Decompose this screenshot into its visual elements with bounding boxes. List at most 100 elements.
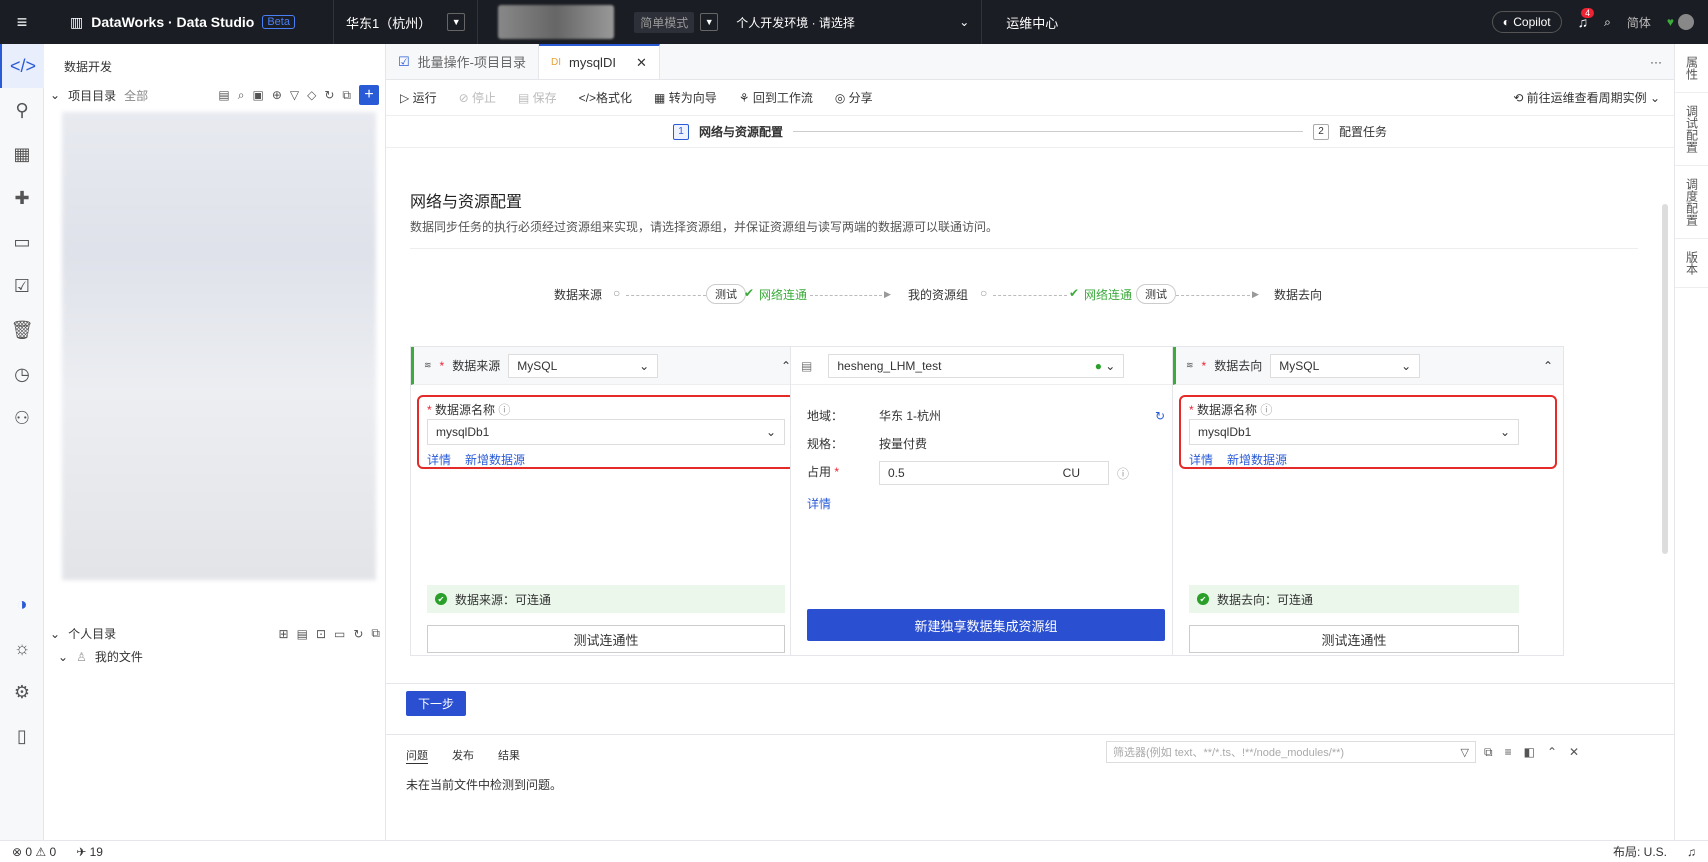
share-button[interactable]: ◎ 分享 [835, 89, 873, 106]
back-workflow-button[interactable]: ⚘ 回到工作流 [739, 89, 813, 106]
refresh-icon[interactable]: ↻ [353, 627, 363, 641]
tag-icon[interactable]: ◇ [307, 88, 316, 102]
mode-chevron-icon[interactable]: ▼ [700, 13, 719, 31]
code-icon[interactable]: </> [0, 44, 44, 88]
language-switch[interactable]: 简体 [1627, 14, 1651, 31]
panel-toggle-icon[interactable]: ▯ [0, 714, 44, 758]
filter-icon[interactable]: ▽ [1461, 746, 1469, 759]
rb-debug-config[interactable]: 调试配置 [1675, 93, 1708, 166]
detail-link[interactable]: 详情 [1189, 451, 1213, 468]
person-icon[interactable]: ⚇ [0, 396, 44, 440]
to-wizard-button[interactable]: ▦ 转为向导 [654, 89, 717, 106]
add-datasource-link[interactable]: 新增数据源 [465, 451, 525, 468]
new-file-icon[interactable]: ⊡ [316, 627, 326, 641]
chevron-down-icon[interactable]: ⌄ [58, 650, 68, 664]
copilot-button[interactable]: ◐ Copilot [1491, 11, 1562, 33]
add-datasource-link[interactable]: 新增数据源 [1227, 451, 1287, 468]
rb-schedule-config[interactable]: 调度配置 [1675, 166, 1708, 239]
format-button[interactable]: </>格式化 [579, 89, 632, 106]
collapse-icon[interactable]: ⧉ [371, 626, 380, 641]
calendar-icon[interactable]: ▣ [252, 88, 263, 102]
folder-icon[interactable]: ▭ [0, 220, 44, 264]
scrollbar[interactable] [1662, 204, 1668, 554]
collapse-icon[interactable]: ⧉ [342, 88, 351, 103]
personal-dir-label[interactable]: 个人目录 [68, 625, 116, 642]
add-button[interactable]: + [359, 85, 379, 105]
target-icon[interactable]: ⊕ [272, 88, 282, 102]
rb-version[interactable]: 版本 [1675, 239, 1708, 288]
table-icon[interactable]: ▦ [0, 132, 44, 176]
next-button[interactable]: 下一步 [406, 690, 467, 716]
detail-link[interactable]: 详情 [427, 451, 451, 468]
tab-mysqldi[interactable]: DI mysqlDI ✕ [539, 44, 660, 79]
rb-properties[interactable]: 属性 [1675, 44, 1708, 93]
chevron-up-icon[interactable]: ⌃ [1547, 745, 1557, 760]
close-icon[interactable]: ✕ [1569, 745, 1579, 760]
search-icon[interactable]: ⌕ [1604, 15, 1611, 30]
clock-icon[interactable]: ◷ [0, 352, 44, 396]
source-type-select[interactable]: MySQL ⌄ [508, 353, 659, 378]
test-connectivity-button[interactable]: 测试连通性 [1189, 625, 1519, 653]
bell-icon[interactable]: ♫ 4 [1578, 8, 1595, 30]
help-icon[interactable]: ⓘ [498, 403, 510, 417]
tab-batch-ops[interactable]: ☑ 批量操作-项目目录 [386, 44, 539, 79]
env-selector[interactable]: 个人开发环境 · 请选择 ⌄ [724, 0, 983, 44]
step-network[interactable]: 网络与资源配置 [699, 123, 783, 140]
puzzle-icon[interactable]: ✚ [0, 176, 44, 220]
search-icon[interactable]: ⌕ [238, 88, 245, 103]
list-icon[interactable]: ≡ [1505, 745, 1512, 760]
test-connectivity-button[interactable]: 测试连通性 [427, 625, 785, 653]
resource-group-select[interactable]: hesheng_LHM_test ● ⌄ [828, 353, 1125, 378]
collapse-up-icon[interactable]: ⌃ [1543, 359, 1553, 373]
tab-publish[interactable]: 发布 [452, 747, 474, 764]
test-button-2[interactable]: 测试 [1136, 284, 1176, 304]
filter-input[interactable]: 筛选器(例如 text、**/*.ts、!**/node_modules/**)… [1106, 741, 1476, 763]
test-button-1[interactable]: 测试 [706, 284, 746, 304]
goto-ops-button[interactable]: ⟲ 前往运维查看周期实例 ⌄ [1513, 89, 1660, 106]
filter-icon[interactable]: ▽ [290, 88, 299, 102]
help-icon[interactable]: ⓘ [1117, 465, 1129, 482]
usage-input[interactable]: 0.5 CU [879, 461, 1109, 485]
target-type-select[interactable]: MySQL ⌄ [1270, 353, 1421, 378]
mode-badge[interactable]: 简单模式 [634, 11, 695, 33]
filter-all-label[interactable]: 全部 [124, 87, 148, 104]
ops-center-link[interactable]: 运维中心 [982, 13, 1082, 32]
project-dir-label[interactable]: 项目目录 [68, 87, 116, 104]
datasource-name-select[interactable]: mysqlDb1 ⌄ [1189, 419, 1519, 445]
tab-results[interactable]: 结果 [498, 747, 520, 764]
step-config[interactable]: 配置任务 [1339, 123, 1387, 140]
new-folder-icon[interactable]: ⊞ [279, 627, 289, 641]
problem-counts[interactable]: ⊗ 0 ⚠ 0 [12, 845, 56, 859]
search-user-icon[interactable]: ⚲ [0, 88, 44, 132]
trash-icon[interactable]: 🗑 [0, 308, 44, 352]
split-icon[interactable]: ◧ [1524, 745, 1535, 760]
sun-icon[interactable]: ☼ [0, 626, 44, 670]
user-avatar[interactable]: ♥ [1667, 14, 1694, 30]
refresh-icon[interactable]: ↻ [324, 88, 334, 102]
create-resource-group-button[interactable]: 新建独享数据集成资源组 [807, 609, 1165, 641]
chevron-down-icon[interactable]: ⌄ [50, 88, 60, 102]
bell-icon[interactable]: ♫ [1687, 845, 1696, 859]
region-selector[interactable]: 华东1（杭州） ▼ [334, 0, 479, 44]
workspace-selector[interactable] [498, 5, 615, 39]
run-button[interactable]: ▷ 运行 [400, 89, 437, 106]
more-icon[interactable]: ··· [1638, 44, 1674, 79]
new-dir-icon[interactable]: ▭ [334, 627, 345, 641]
save-icon[interactable]: ▤ [297, 627, 308, 641]
ports-item[interactable]: ✈ 19 [76, 845, 103, 859]
gear-icon[interactable]: ⚙ [0, 670, 44, 714]
layout-indicator[interactable]: 布局: U.S. [1613, 843, 1667, 860]
datasource-name-select[interactable]: mysqlDb1 ⌄ [427, 419, 785, 445]
chevron-down-icon[interactable]: ⌄ [50, 627, 60, 641]
checklist-icon[interactable]: ☑ [0, 264, 44, 308]
stop-button[interactable]: ⊘ 停止 [459, 89, 496, 106]
copy-icon[interactable]: ⧉ [1484, 745, 1493, 760]
tab-problems[interactable]: 问题 [406, 747, 428, 764]
menu-icon[interactable]: ≡ [0, 0, 44, 44]
detail-link[interactable]: 详情 [807, 495, 831, 512]
help-icon[interactable]: ⓘ [1260, 403, 1272, 417]
close-icon[interactable]: ✕ [636, 55, 647, 71]
copilot-icon[interactable]: ◑ [0, 582, 44, 626]
save-button[interactable]: ▤ 保存 [518, 89, 557, 106]
my-files-item[interactable]: 我的文件 [95, 648, 143, 665]
